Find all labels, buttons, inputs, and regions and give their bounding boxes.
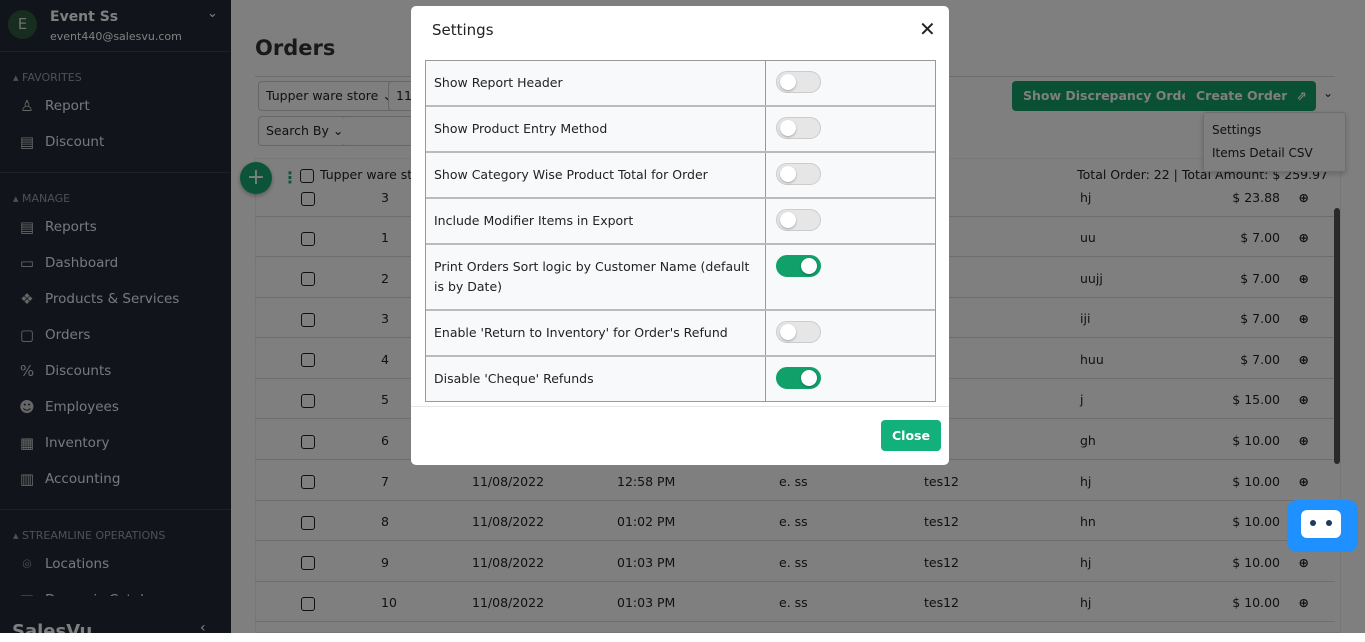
setting-toggle[interactable] bbox=[776, 117, 821, 139]
settings-modal: Settings ✕ Show Report Header Show Produc… bbox=[411, 6, 949, 465]
setting-row: Enable 'Return to Inventory' for Order's… bbox=[426, 311, 935, 357]
setting-label: Show Product Entry Method bbox=[426, 107, 766, 151]
setting-label: Print Orders Sort logic by Customer Name… bbox=[426, 245, 766, 309]
setting-label: Show Report Header bbox=[426, 61, 766, 105]
setting-toggle[interactable] bbox=[776, 367, 821, 389]
setting-row: Print Orders Sort logic by Customer Name… bbox=[426, 245, 935, 311]
setting-label: Show Category Wise Product Total for Ord… bbox=[426, 153, 766, 197]
setting-label: Include Modifier Items in Export bbox=[426, 199, 766, 243]
setting-row: Disable 'Cheque' Refunds bbox=[426, 357, 935, 401]
setting-row: Show Product Entry Method bbox=[426, 107, 935, 153]
setting-row: Show Category Wise Product Total for Ord… bbox=[426, 153, 935, 199]
setting-toggle[interactable] bbox=[776, 255, 821, 277]
close-button[interactable]: Close bbox=[881, 420, 941, 451]
settings-table: Show Report Header Show Product Entry Met… bbox=[425, 60, 936, 402]
setting-toggle[interactable] bbox=[776, 163, 821, 185]
setting-row: Show Report Header bbox=[426, 61, 935, 107]
chatbot-button[interactable] bbox=[1287, 500, 1358, 552]
close-icon[interactable]: ✕ bbox=[919, 17, 936, 41]
setting-toggle[interactable] bbox=[776, 71, 821, 93]
setting-label: Disable 'Cheque' Refunds bbox=[426, 357, 766, 401]
setting-label: Enable 'Return to Inventory' for Order's… bbox=[426, 311, 766, 355]
setting-toggle[interactable] bbox=[776, 321, 821, 343]
setting-toggle[interactable] bbox=[776, 209, 821, 231]
modal-title: Settings bbox=[432, 21, 494, 39]
robot-icon bbox=[1301, 510, 1341, 538]
setting-row: Include Modifier Items in Export bbox=[426, 199, 935, 245]
